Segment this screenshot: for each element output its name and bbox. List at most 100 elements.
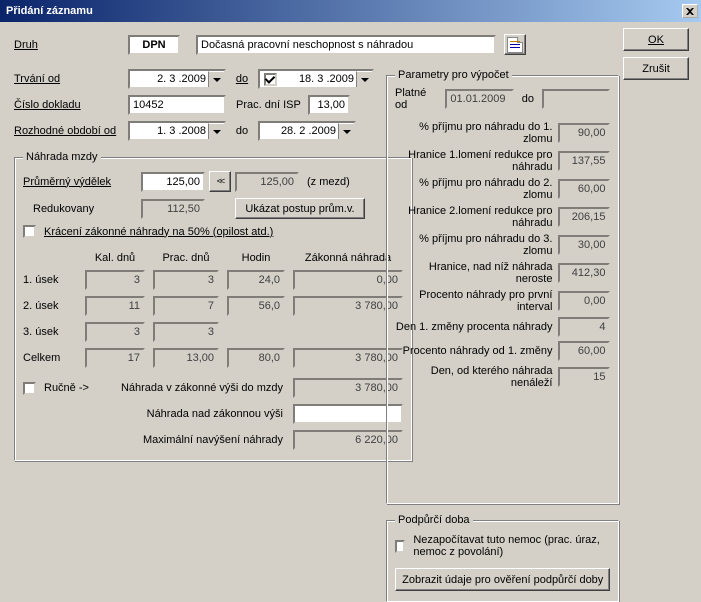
kraceni-label: Krácení zákonné náhrady na 50% (opilost … xyxy=(44,226,273,238)
param-label: Hranice 1.lomení redukce pro náhradu xyxy=(395,149,558,173)
trvani-od-combo[interactable]: 2. 3 .2009 xyxy=(128,69,226,89)
chevron-down-icon[interactable] xyxy=(208,71,224,87)
do-label-2: do xyxy=(230,125,254,137)
param-row: Den, od kterého náhrada nenáleží15 xyxy=(395,365,610,389)
r3-prac: 3 xyxy=(153,322,219,342)
double-chevron-left-icon: << xyxy=(217,177,224,186)
parametry-group: Parametry pro výpočet Platné od 01.01.20… xyxy=(386,69,619,504)
close-icon[interactable] xyxy=(682,4,698,18)
param-label: Den 1. změny procenta náhrady xyxy=(395,321,558,333)
rozhodne-do-combo[interactable]: 28. 2 .2009 xyxy=(258,121,356,141)
celkem-hod: 80,0 xyxy=(227,348,285,368)
ok-button[interactable]: OK xyxy=(623,28,689,51)
param-label: % příjmu pro náhradu do 2. zlomu xyxy=(395,177,558,201)
max-navyseni-label: Maximální navýšení náhrady xyxy=(23,434,289,446)
kraceni-checkbox[interactable] xyxy=(23,225,36,238)
sheet-icon xyxy=(507,37,523,53)
param-row: Procento náhrady pro první interval0,00 xyxy=(395,289,610,313)
rucne-arrow-label: Ručně -> xyxy=(44,382,90,394)
param-label: Den, od kterého náhrada nenáleží xyxy=(395,365,558,389)
param-label: % příjmu pro náhradu do 3. zlomu xyxy=(395,233,558,257)
col-prac-dnu: Prac. dnů xyxy=(153,252,219,264)
param-value: 90,00 xyxy=(558,123,610,143)
param-label: Hranice, nad níž náhrada neroste xyxy=(395,261,558,285)
param-value: 4 xyxy=(558,317,610,337)
param-row: % příjmu pro náhradu do 3. zlomu30,00 xyxy=(395,233,610,257)
zobrazit-udaje-button[interactable]: Zobrazit údaje pro ověření podpůrčí doby xyxy=(395,568,610,591)
redukovany-label: Redukovany xyxy=(23,203,137,215)
param-value: 0,00 xyxy=(558,291,610,311)
param-row: % příjmu pro náhradu do 1. zlomu90,00 xyxy=(395,121,610,145)
param-value: 206,15 xyxy=(558,207,610,227)
param-label: % příjmu pro náhradu do 1. zlomu xyxy=(395,121,558,145)
nad-zakonnou-label: Náhrada nad zákonnou výši xyxy=(23,408,289,420)
copy-left-button[interactable]: << xyxy=(209,171,231,192)
param-value: 30,00 xyxy=(558,235,610,255)
platne-od-label: Platné od xyxy=(395,87,441,111)
param-label: Procento náhrady od 1. změny xyxy=(395,345,558,357)
col-hodin: Hodin xyxy=(227,252,285,264)
nahrada-mzdy-group: Náhrada mzdy Průměrný výdělek 125,00 << … xyxy=(14,151,412,461)
param-row: % příjmu pro náhradu do 2. zlomu60,00 xyxy=(395,177,610,201)
podpurci-legend: Podpůrčí doba xyxy=(395,514,473,526)
nezapocitavat-checkbox[interactable] xyxy=(395,540,405,553)
row-celkem-label: Celkem xyxy=(23,352,77,364)
trvani-do-check[interactable] xyxy=(264,73,277,86)
platne-do-label: do xyxy=(518,93,538,105)
rucne-label: Náhrada v zákonné výši do mzdy xyxy=(94,382,289,394)
window-title: Přidání záznamu xyxy=(6,5,93,17)
celkem-prac: 13,00 xyxy=(153,348,219,368)
param-row: Den 1. změny procenta náhrady4 xyxy=(395,317,610,337)
row-2-label: 2. úsek xyxy=(23,300,77,312)
druh-code[interactable]: DPN xyxy=(128,35,180,55)
r1-hod: 24,0 xyxy=(227,270,285,290)
trvani-od-label: Trvání od xyxy=(14,73,124,85)
chevron-down-icon[interactable] xyxy=(208,123,224,139)
param-label: Procento náhrady pro první interval xyxy=(395,289,558,313)
r2-hod: 56,0 xyxy=(227,296,285,316)
platne-do-value xyxy=(542,89,610,109)
param-value: 15 xyxy=(558,367,610,387)
param-row: Procento náhrady od 1. změny60,00 xyxy=(395,341,610,361)
druh-desc[interactable]: Dočasná pracovní neschopnost s náhradou xyxy=(196,35,496,55)
ukazat-postup-button[interactable]: Ukázat postup prům.v. xyxy=(235,198,365,219)
prumerny-vydelek-a[interactable]: 125,00 xyxy=(141,172,205,192)
cislo-dokladu-input[interactable]: 10452 xyxy=(128,95,226,115)
title-bar: Přidání záznamu xyxy=(0,0,701,22)
row-1-label: 1. úsek xyxy=(23,274,77,286)
rozhodne-od-combo[interactable]: 1. 3 .2008 xyxy=(128,121,226,141)
prac-dni-isp-label: Prac. dní ISP xyxy=(230,99,304,111)
param-value: 412,30 xyxy=(558,263,610,283)
r1-kal: 3 xyxy=(85,270,145,290)
r1-prac: 3 xyxy=(153,270,219,290)
param-value: 60,00 xyxy=(558,179,610,199)
r3-kal: 3 xyxy=(85,322,145,342)
param-value: 60,00 xyxy=(558,341,610,361)
druh-lookup-button[interactable] xyxy=(504,34,526,55)
rozhodne-label: Rozhodné období od xyxy=(14,125,124,137)
chevron-down-icon[interactable] xyxy=(356,71,372,87)
do-label-1: do xyxy=(230,73,254,85)
r2-prac: 7 xyxy=(153,296,219,316)
prumerny-vydelek-b: 125,00 xyxy=(235,172,299,192)
z-mezd-label: (z mezd) xyxy=(303,176,350,188)
trvani-do-combo[interactable]: 18. 3 .2009 xyxy=(258,69,374,89)
param-row: Hranice 2.lomení redukce pro náhradu206,… xyxy=(395,205,610,229)
redukovany-value: 112,50 xyxy=(141,199,205,219)
celkem-kal: 17 xyxy=(85,348,145,368)
col-kal-dnu: Kal. dnů xyxy=(85,252,145,264)
cislo-dokladu-label: Číslo dokladu xyxy=(14,99,124,111)
r2-kal: 11 xyxy=(85,296,145,316)
param-label: Hranice 2.lomení redukce pro náhradu xyxy=(395,205,558,229)
prumerny-vydelek-label: Průměrný výdělek xyxy=(23,176,137,188)
podpurci-doba-group: Podpůrčí doba Nezapočítavat tuto nemoc (… xyxy=(386,514,619,602)
param-row: Hranice, nad níž náhrada neroste412,30 xyxy=(395,261,610,285)
prac-dni-isp-input[interactable]: 13,00 xyxy=(308,95,350,115)
cancel-button[interactable]: Zrušit xyxy=(623,57,689,80)
rucne-checkbox[interactable] xyxy=(23,382,36,395)
chevron-down-icon[interactable] xyxy=(338,123,354,139)
row-3-label: 3. úsek xyxy=(23,326,77,338)
nezapocitavat-label: Nezapočítavat tuto nemoc (prac. úraz, ne… xyxy=(413,534,610,558)
param-value: 137,55 xyxy=(558,151,610,171)
parametry-legend: Parametry pro výpočet xyxy=(395,69,512,81)
